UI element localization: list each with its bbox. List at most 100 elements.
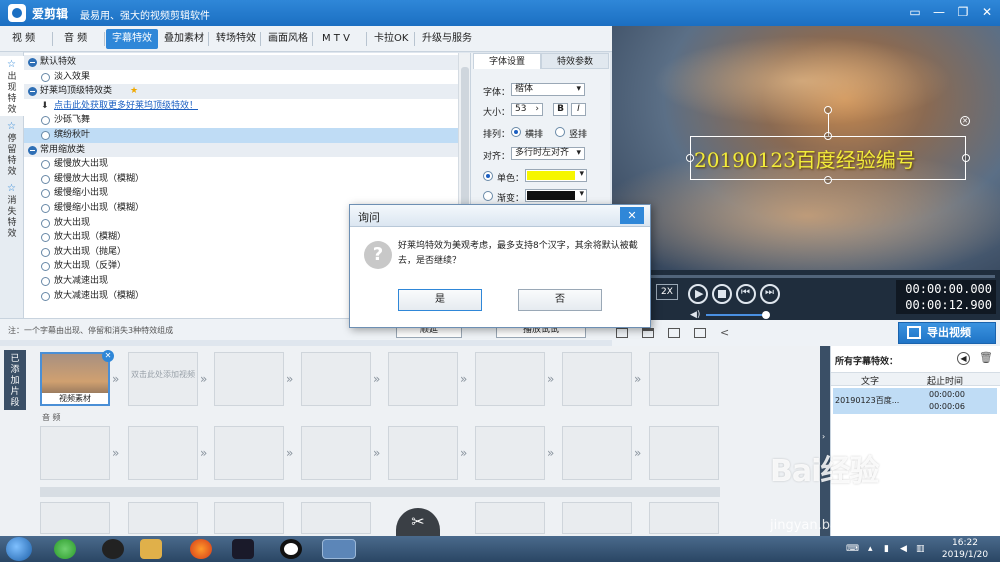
- tab-overlay[interactable]: 叠加素材: [158, 29, 210, 49]
- gradient-radio[interactable]: [483, 191, 493, 201]
- audio-slot[interactable]: [388, 426, 458, 480]
- record-icon[interactable]: [280, 539, 302, 559]
- empty-slot[interactable]: [475, 352, 545, 406]
- new-project-icon[interactable]: [616, 328, 628, 338]
- tab-style[interactable]: 画面风格: [262, 29, 314, 49]
- tab-subtitle-effects[interactable]: 字幕特效: [106, 29, 158, 49]
- list-item[interactable]: 沙砾飞舞: [24, 113, 458, 128]
- audio-slot[interactable]: [562, 426, 632, 480]
- gradient-picker[interactable]: ▾: [525, 189, 587, 202]
- volume-tray-icon[interactable]: ◀: [900, 544, 910, 554]
- extra-slot[interactable]: [649, 502, 719, 534]
- tab-video[interactable]: 视 频: [6, 29, 41, 49]
- panel-collapse-bar[interactable]: ›: [820, 346, 830, 536]
- arrange-horizontal-radio[interactable]: [511, 127, 521, 137]
- share-icon[interactable]: <: [720, 326, 729, 339]
- list-item-selected[interactable]: 缤纷秋叶: [24, 128, 458, 143]
- italic-button[interactable]: I: [571, 103, 586, 116]
- progress-bar[interactable]: [650, 275, 995, 278]
- resize-handle[interactable]: [824, 176, 832, 184]
- play-button[interactable]: ▶: [688, 284, 708, 304]
- arrange-vertical-radio[interactable]: [555, 127, 565, 137]
- resize-handle[interactable]: [962, 154, 970, 162]
- list-item[interactable]: 缓慢放大出现: [24, 157, 458, 172]
- extra-slot[interactable]: [301, 502, 371, 534]
- empty-slot[interactable]: [562, 352, 632, 406]
- resize-handle[interactable]: [686, 154, 694, 162]
- skin-icon[interactable]: ▭: [904, 3, 926, 21]
- side-tab-stay[interactable]: ☆ 停留特效: [0, 118, 24, 178]
- empty-slot[interactable]: [649, 352, 719, 406]
- list-group[interactable]: 默认特效: [24, 55, 458, 70]
- extra-slot[interactable]: [214, 502, 284, 534]
- folder-icon[interactable]: [140, 539, 162, 559]
- solid-color-radio[interactable]: [483, 171, 493, 181]
- next-frame-button[interactable]: ⏭: [760, 284, 780, 304]
- audio-slot[interactable]: [128, 426, 198, 480]
- extra-slot[interactable]: [475, 502, 545, 534]
- video-clip[interactable]: 视频素材 ✕: [40, 350, 114, 406]
- speed-button[interactable]: 2X: [656, 284, 678, 300]
- network-icon[interactable]: ▥: [916, 544, 926, 554]
- tab-transition[interactable]: 转场特效: [210, 29, 262, 49]
- tab-karaoke[interactable]: 卡拉OK: [368, 29, 414, 49]
- back-icon[interactable]: ◀: [957, 352, 970, 365]
- browser-icon[interactable]: [54, 539, 76, 559]
- firefox-icon[interactable]: [190, 539, 212, 559]
- tab-effect-params[interactable]: 特效参数: [541, 53, 609, 69]
- save-as-icon[interactable]: [694, 328, 706, 338]
- stop-button[interactable]: [712, 284, 732, 304]
- maximize-button[interactable]: ❐: [952, 3, 974, 21]
- aijianji-taskbar-icon[interactable]: [322, 539, 356, 559]
- side-tab-appear[interactable]: ☆ 出现特效: [0, 56, 24, 116]
- open-folder-icon[interactable]: [642, 328, 654, 338]
- chevron-up-icon[interactable]: ▴: [868, 544, 878, 554]
- empty-slot[interactable]: [214, 352, 284, 406]
- rotate-handle[interactable]: [824, 106, 832, 114]
- keyboard-icon[interactable]: ⌨: [846, 544, 859, 554]
- side-tab-disappear[interactable]: ☆ 消失特效: [0, 180, 24, 240]
- subtitle-row[interactable]: 20190123百度... 00:00:00 00:00:06: [833, 388, 997, 414]
- more-effects-link[interactable]: ⬇ 点击此处获取更多好莱坞顶级特效！: [24, 99, 458, 114]
- tab-upgrade[interactable]: 升级与服务: [416, 29, 478, 49]
- timeline-scrollbar[interactable]: [40, 487, 720, 497]
- add-video-slot[interactable]: 双击此处添加视频: [128, 352, 198, 406]
- audio-slot[interactable]: [40, 426, 110, 480]
- volume-icon[interactable]: ◀): [690, 310, 700, 320]
- qq-icon[interactable]: [102, 539, 124, 559]
- export-video-button[interactable]: 导出视频: [898, 322, 996, 344]
- audio-slot[interactable]: [301, 426, 371, 480]
- font-select[interactable]: 楷体 ▾: [511, 83, 585, 96]
- remove-clip-icon[interactable]: ✕: [102, 350, 114, 362]
- tab-mtv[interactable]: M T V: [316, 29, 356, 49]
- media-app-icon[interactable]: [232, 539, 254, 559]
- volume-handle[interactable]: [762, 311, 770, 319]
- empty-slot[interactable]: [301, 352, 371, 406]
- tab-audio[interactable]: 音 频: [58, 29, 93, 49]
- solid-color-picker[interactable]: ▾: [525, 169, 587, 182]
- video-preview[interactable]: ✕ 20190123百度经验编号: [612, 26, 1000, 270]
- tab-font-settings[interactable]: 字体设置: [473, 53, 541, 69]
- system-clock[interactable]: 16:22 2019/1/20: [936, 537, 994, 561]
- empty-slot[interactable]: [388, 352, 458, 406]
- yes-button[interactable]: 是: [398, 289, 482, 311]
- extra-slot[interactable]: [562, 502, 632, 534]
- start-button[interactable]: [6, 537, 32, 561]
- list-item[interactable]: 缓慢放大出现（模糊）: [24, 172, 458, 187]
- align-select[interactable]: 多行时左对齐 ▾: [511, 147, 585, 160]
- prev-frame-button[interactable]: ⏮: [736, 284, 756, 304]
- no-button[interactable]: 否: [518, 289, 602, 311]
- audio-slot[interactable]: [475, 426, 545, 480]
- list-group[interactable]: 常用缩放类: [24, 142, 458, 158]
- save-icon[interactable]: [668, 328, 680, 338]
- audio-slot[interactable]: [214, 426, 284, 480]
- added-clips-tab[interactable]: 已添加片段: [4, 350, 26, 410]
- battery-icon[interactable]: ▮: [884, 544, 894, 554]
- volume-slider[interactable]: [706, 314, 766, 316]
- list-item[interactable]: 淡入效果: [24, 70, 458, 85]
- list-item[interactable]: 缓慢缩小出现: [24, 186, 458, 201]
- size-input[interactable]: 53 ›: [511, 103, 543, 116]
- extra-slot[interactable]: [128, 502, 198, 534]
- trash-icon[interactable]: 🗑: [979, 351, 993, 364]
- dialog-close-button[interactable]: ✕: [620, 207, 644, 224]
